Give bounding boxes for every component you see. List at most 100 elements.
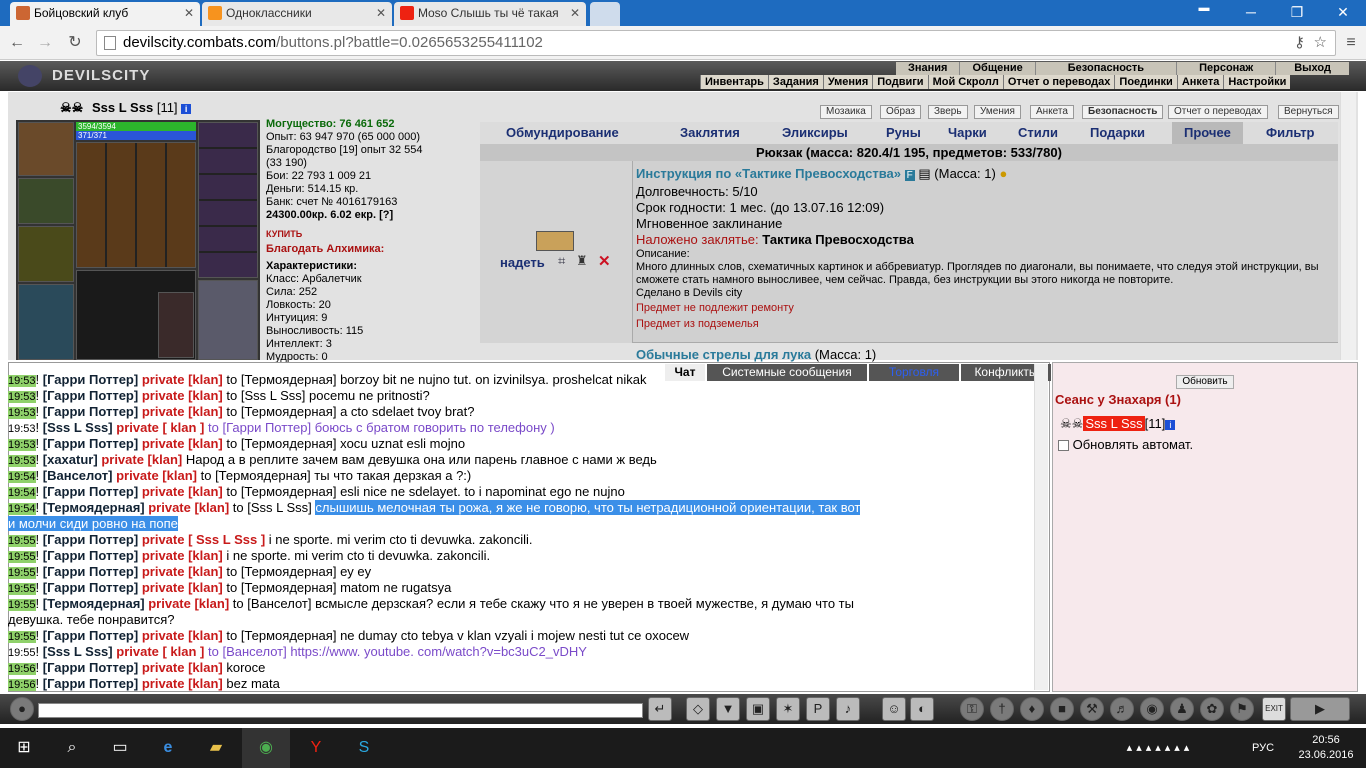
equip-link[interactable]: надеть [500, 255, 545, 270]
chat-recipient[interactable]: to [Ванселот] [208, 644, 287, 659]
grid-icon[interactable]: ⌗ [558, 253, 565, 269]
windows-start-icon[interactable]: ⊞ [0, 728, 48, 768]
return-button[interactable]: Вернуться [1278, 105, 1339, 119]
chat-recipient[interactable]: to [Термоядерная] [226, 484, 336, 499]
shirt-icon[interactable]: ♜ [576, 253, 588, 269]
buy-link[interactable]: КУПИТЬ [266, 228, 476, 241]
save-icon[interactable]: ▣ [746, 697, 770, 721]
send-icon[interactable]: ↵ [648, 697, 672, 721]
tab-cups[interactable]: Чарки [948, 122, 987, 144]
menu-feats[interactable]: Подвиги [872, 75, 927, 89]
menu-knowledge[interactable]: Знания [896, 62, 959, 75]
sword-icon[interactable]: † [990, 697, 1014, 721]
mosaic-button[interactable]: Мозаика [820, 105, 872, 119]
close-icon[interactable]: ✕ [184, 2, 194, 24]
browser-tab-odnoklassniki[interactable]: Одноклассники ✕ [202, 2, 392, 26]
forward-icon[interactable]: → [34, 32, 56, 54]
item2-link[interactable]: Обычные стрелы для лука [636, 347, 811, 362]
tab-filter[interactable]: Фильтр [1266, 122, 1315, 144]
menu-inventory[interactable]: Инвентарь [700, 75, 768, 89]
tab-equipment[interactable]: Обмундирование [506, 122, 619, 144]
pet-slot[interactable] [158, 292, 194, 358]
chat-recipient[interactable]: to [Термоядерная] [226, 580, 336, 595]
skills-button[interactable]: Умения [974, 105, 1021, 119]
key-icon[interactable]: ⚷ [1294, 31, 1305, 55]
close-icon[interactable]: ✕ [570, 2, 580, 24]
info-icon[interactable]: i [181, 103, 192, 114]
chat-sender[interactable]: [Гарри Поттер] [43, 660, 138, 675]
sound-icon[interactable]: ♪ [836, 697, 860, 721]
reload-icon[interactable]: ↻ [64, 32, 86, 54]
chat-sender[interactable]: [Гарри Поттер] [43, 532, 138, 547]
chat-recipient[interactable]: to [Гарри Поттер] [208, 420, 311, 435]
chat-sender[interactable]: [Гарри Поттер] [43, 372, 138, 387]
people-icon[interactable]: ♟ [1170, 697, 1194, 721]
task-view-icon[interactable]: ▭ [96, 728, 144, 768]
chat-sender[interactable]: [xaxatur] [43, 452, 98, 467]
shield-icon[interactable]: ◉ [1140, 697, 1164, 721]
new-tab-button[interactable] [590, 2, 620, 26]
chat-sender[interactable]: [Ванселот] [43, 468, 113, 483]
browser-tab-youtube[interactable]: Moso Слышь ты чё такая ✕ [394, 2, 586, 26]
menu-communication[interactable]: Общение [959, 62, 1034, 75]
menu-profile[interactable]: Анкета [1176, 75, 1224, 89]
language-indicator[interactable]: РУС [1252, 742, 1274, 754]
close-icon[interactable]: ✕ [376, 2, 386, 24]
chat-sender[interactable]: [Гарри Поттер] [43, 580, 138, 595]
tab-spells[interactable]: Заклятия [680, 122, 740, 144]
menu-security[interactable]: Безопасность [1034, 62, 1176, 75]
chat-recipient[interactable]: to [Термоядерная] [226, 564, 336, 579]
minimize-button[interactable]: ─ [1228, 0, 1274, 26]
system-clock[interactable]: 20:56 23.06.2016 [1296, 733, 1356, 763]
edge-icon[interactable]: e [144, 728, 192, 768]
chat-sender[interactable]: [Термоядерная] [43, 500, 145, 515]
bag-icon[interactable]: ♦ [1020, 697, 1044, 721]
belt-slots[interactable] [76, 142, 196, 268]
tab-gifts[interactable]: Подарки [1090, 122, 1145, 144]
pet-button[interactable]: Зверь [928, 105, 968, 119]
chat-sender[interactable]: [Sss L Sss] [43, 420, 113, 435]
flag-icon[interactable]: ⚑ [1230, 697, 1254, 721]
chrome-icon[interactable]: ◉ [242, 728, 290, 768]
skype-icon[interactable]: S [340, 728, 388, 768]
menu-fights[interactable]: Поединки [1114, 75, 1176, 89]
maximize-button[interactable]: ❐ [1274, 0, 1320, 26]
image-button[interactable]: Образ [880, 105, 922, 119]
smiley-menu-icon[interactable]: ● [10, 697, 34, 721]
hammer-icon[interactable]: ⚒ [1080, 697, 1104, 721]
system-tray-icons[interactable]: ▴▴▴▴▴▴▴ [1080, 728, 1240, 768]
chat-recipient[interactable]: to [Sss L Sss] [226, 388, 305, 403]
weapon-slot[interactable] [18, 226, 74, 282]
tab-other[interactable]: Прочее [1172, 122, 1243, 144]
info-icon[interactable]: i [1165, 419, 1176, 430]
characteristics-header[interactable]: Характеристики: [266, 260, 476, 273]
main-scrollbar[interactable] [1340, 92, 1356, 360]
tab-runes[interactable]: Руны [886, 122, 921, 144]
menu-quests[interactable]: Задания [767, 75, 823, 89]
window-close-button[interactable]: ✕ [1320, 0, 1366, 26]
browser-tab-fight-club[interactable]: Бойцовский клуб ✕ [10, 2, 200, 26]
auto-refresh-checkbox[interactable] [1058, 440, 1069, 452]
delete-icon[interactable]: ✕ [598, 252, 611, 270]
helmet-icon[interactable]: ◐ [910, 697, 934, 721]
transfer-report-button[interactable]: Отчет о переводах [1168, 105, 1268, 119]
menu-skills[interactable]: Умения [822, 75, 872, 89]
chat-sender[interactable]: [Гарри Поттер] [43, 436, 138, 451]
user-icon[interactable]: ▬ [1184, 0, 1224, 22]
session-user-name[interactable]: Sss L Sss [1083, 416, 1145, 431]
file-explorer-icon[interactable]: ▰ [192, 728, 240, 768]
refresh-button[interactable]: Обновить [1176, 375, 1234, 389]
bookmark-star-icon[interactable]: ☆ [1314, 31, 1327, 55]
chat-sender[interactable]: [Гарри Поттер] [43, 564, 138, 579]
chat-sender[interactable]: [Гарри Поттер] [43, 676, 138, 691]
item-title[interactable]: Инструкция по «Тактике Превосходства» [636, 166, 901, 181]
exit-icon[interactable]: EXIT [1262, 697, 1286, 721]
runner-icon[interactable]: ✶ [776, 697, 800, 721]
back-icon[interactable]: ← [6, 32, 28, 54]
filter-icon[interactable]: ▼ [716, 697, 740, 721]
chat-sender[interactable]: [Гарри Поттер] [43, 484, 138, 499]
chat-sender[interactable]: [Гарри Поттер] [43, 548, 138, 563]
horn-icon[interactable]: ♬ [1110, 697, 1134, 721]
browser-menu-icon[interactable]: ≡ [1340, 32, 1362, 54]
chest-icon[interactable]: ■ [1050, 697, 1074, 721]
